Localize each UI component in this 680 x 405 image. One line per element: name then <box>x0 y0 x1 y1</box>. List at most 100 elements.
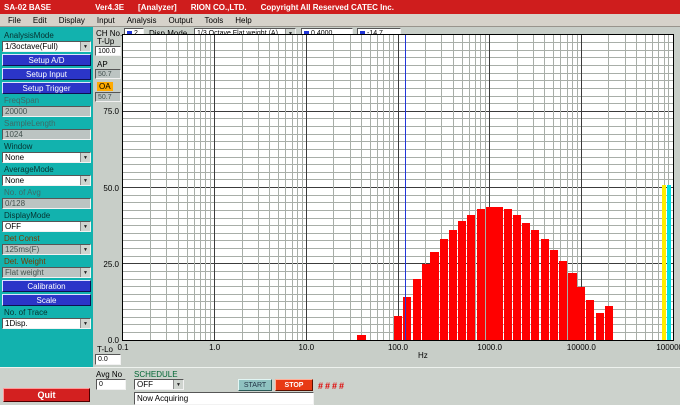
spectrum-bar <box>394 316 402 340</box>
x-tick-label: 0.1 <box>117 343 128 352</box>
stop-button[interactable]: STOP <box>275 379 313 391</box>
det-const-value: 125ms(F) <box>5 245 39 254</box>
gridline-v <box>210 35 211 340</box>
chevron-down-icon: ▼ <box>80 319 90 328</box>
no-of-trace-select[interactable]: 1Disp. ▼ <box>2 318 91 329</box>
calibration-button[interactable]: Calibration <box>2 280 91 292</box>
title-bar: SA-02 BASE Ver4.3E [Analyzer] RION CO.,L… <box>0 0 680 14</box>
status-text: Now Acquiring <box>137 394 188 403</box>
menu-edit[interactable]: Edit <box>27 15 53 26</box>
x-tick-label: 100.0 <box>388 343 408 352</box>
spectrum-bar <box>586 300 594 340</box>
det-weight-label: Det. Weight <box>2 255 91 267</box>
x-tick-label: 10000.0 <box>567 343 596 352</box>
avg-no-input[interactable]: 0 <box>96 379 126 390</box>
spectrum-bar <box>522 223 530 340</box>
x-tick-label: 100000.0 <box>656 343 680 352</box>
average-mode-select[interactable]: None ▼ <box>2 175 91 186</box>
gridline-v <box>652 35 653 340</box>
analyzer-pane: CH No. 2 Disp Mode 1/3 Octave Flat weigh… <box>93 27 680 367</box>
x-tick-label: 10.0 <box>299 343 315 352</box>
setup-input-button[interactable]: Setup Input <box>2 68 91 80</box>
spectrum-bar <box>357 335 365 340</box>
status-box: Now Acquiring <box>134 392 314 405</box>
gridline-v <box>350 35 351 340</box>
analysis-mode-label: AnalysisMode <box>2 29 91 41</box>
menu-bar: File Edit Display Input Analysis Output … <box>0 14 680 27</box>
cursor-line[interactable] <box>405 35 406 340</box>
oa-indicator-bar <box>667 185 671 340</box>
spectrum-bar <box>413 279 421 340</box>
menu-tools[interactable]: Tools <box>199 15 230 26</box>
chevron-down-icon: ▼ <box>80 268 90 277</box>
sidebar: AnalysisMode 1/3octave(Full) ▼ Setup A/D… <box>0 27 93 367</box>
scale-button[interactable]: Scale <box>2 294 91 306</box>
gridline-v <box>302 35 303 340</box>
app-company: RION CO.,LTD. <box>191 3 247 12</box>
gridline-v <box>194 35 195 340</box>
schedule-select[interactable]: OFF ▼ <box>134 379 184 390</box>
gridline-v <box>292 35 293 340</box>
freq-span-label: FreqSpan <box>2 94 91 106</box>
menu-output[interactable]: Output <box>163 15 199 26</box>
app-copyright: Copyright All Reserved CATEC Inc. <box>261 3 394 12</box>
gridline-v <box>187 35 188 340</box>
y-axis-labels: 75.050.025.00.0 <box>93 35 120 340</box>
menu-input[interactable]: Input <box>91 15 121 26</box>
gridline-v <box>242 35 243 340</box>
gridline-v <box>200 35 201 340</box>
gridline-v <box>608 35 609 340</box>
analysis-mode-select[interactable]: 1/3octave(Full) ▼ <box>2 41 91 52</box>
window-label: Window <box>2 140 91 152</box>
ap-indicator-bar <box>662 185 666 340</box>
t-lo-value: 0.0 <box>98 356 108 363</box>
gridline-v <box>389 35 390 340</box>
spectrum-bar <box>577 287 585 340</box>
menu-file[interactable]: File <box>2 15 27 26</box>
no-of-avg-value: 0/128 <box>2 198 91 209</box>
gridline-v <box>150 35 151 340</box>
spectrum-bar <box>513 215 521 340</box>
spectrum-bar <box>559 261 567 340</box>
spectrum-bar <box>541 239 549 340</box>
gridline-v <box>269 35 270 340</box>
average-mode-value: None <box>5 176 24 185</box>
spectrum-bar <box>403 297 411 340</box>
det-const-label: Det Const <box>2 232 91 244</box>
app-version: Ver4.3E <box>95 3 124 12</box>
t-lo-input[interactable]: 0.0 <box>95 354 121 365</box>
menu-help[interactable]: Help <box>229 15 257 26</box>
freq-span-value: 20000 <box>2 106 91 117</box>
spectrum-bar <box>550 250 558 340</box>
spectrum-bar <box>596 313 604 340</box>
menu-display[interactable]: Display <box>53 15 91 26</box>
no-of-trace-label: No. of Trace <box>2 306 91 318</box>
spectrum-bar <box>449 230 457 340</box>
gridline-v <box>178 35 179 340</box>
det-weight-select: Flat weight ▼ <box>2 267 91 278</box>
spectrum-bar <box>467 215 475 340</box>
display-mode-select[interactable]: OFF ▼ <box>2 221 91 232</box>
spectrum-bar <box>477 209 485 340</box>
sample-length-label: SampleLength <box>2 117 91 129</box>
x-axis-labels: Hz 0.11.010.0100.01000.010000.0100000.0 <box>123 343 673 361</box>
avg-no-value: 0 <box>99 381 103 388</box>
det-const-select: 125ms(F) ▼ <box>2 244 91 255</box>
chevron-down-icon: ▼ <box>80 42 90 51</box>
quit-button[interactable]: Quit <box>3 388 90 402</box>
setup-ad-button[interactable]: Setup A/D <box>2 54 91 66</box>
spectrum-bar <box>422 264 430 340</box>
window-select[interactable]: None ▼ <box>2 152 91 163</box>
gridline-v <box>361 35 362 340</box>
menu-analysis[interactable]: Analysis <box>121 15 163 26</box>
gridline-v <box>398 35 399 340</box>
gridline-v <box>636 35 637 340</box>
window-value: None <box>5 153 24 162</box>
gridline-v <box>214 35 215 340</box>
gridline-v <box>258 35 259 340</box>
y-tick-label: 75.0 <box>103 107 119 116</box>
start-button[interactable]: START <box>238 379 272 391</box>
setup-trigger-button[interactable]: Setup Trigger <box>2 82 91 94</box>
gridline-v <box>297 35 298 340</box>
plot-area[interactable] <box>122 34 674 341</box>
